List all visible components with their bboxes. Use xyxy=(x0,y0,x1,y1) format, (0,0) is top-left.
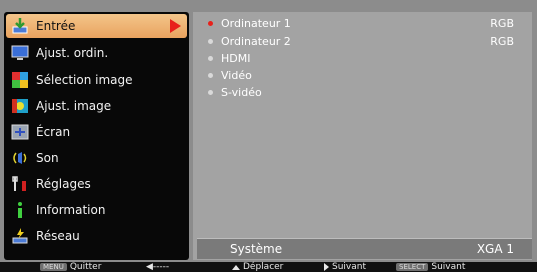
screen-icon xyxy=(10,122,30,142)
footer-quit: MENU Quitter xyxy=(40,262,101,272)
menu-item-entree[interactable]: Entrée xyxy=(6,14,187,38)
radio-dot-icon xyxy=(208,55,213,61)
footer-back-label: ◀----- xyxy=(146,262,170,272)
input-option-label: Vidéo xyxy=(221,68,252,82)
footer-back: ◀----- xyxy=(146,262,169,272)
input-option-ordinateur-1[interactable]: Ordinateur 1 xyxy=(208,15,291,31)
menu-item-label: Son xyxy=(36,151,59,165)
selected-arrow-icon xyxy=(170,19,181,33)
system-label: Système xyxy=(230,242,283,256)
main-menu: Entrée Ajust. ordin. Sélection image Aju… xyxy=(4,12,189,260)
up-down-arrow-icon xyxy=(232,264,240,270)
input-option-label: Ordinateur 2 xyxy=(221,34,291,48)
radio-dot-icon xyxy=(208,38,213,44)
footer-next-label: Suivant xyxy=(332,262,366,272)
input-option-label: S-vidéo xyxy=(221,85,262,99)
menu-item-son[interactable]: Son xyxy=(6,146,187,170)
input-panel: Ordinateur 1 RGB Ordinateur 2 RGB HDMI V… xyxy=(193,12,532,260)
network-icon xyxy=(10,226,30,246)
menu-item-label: Entrée xyxy=(36,19,76,33)
radio-dot-icon xyxy=(208,89,213,95)
input-option-value: RGB xyxy=(490,35,514,48)
computer-adjust-icon xyxy=(10,43,30,63)
input-option-value: RGB xyxy=(490,17,514,30)
settings-icon xyxy=(10,174,30,194)
menu-item-information[interactable]: Information xyxy=(6,198,187,222)
menu-item-reglages[interactable]: Réglages xyxy=(6,172,187,196)
menu-item-ajust-image[interactable]: Ajust. image xyxy=(6,94,187,118)
menu-item-label: Ajust. image xyxy=(36,99,112,113)
menu-item-label: Sélection image xyxy=(36,73,133,87)
input-icon xyxy=(10,16,30,36)
input-option-label: HDMI xyxy=(221,51,251,65)
menu-item-label: Ajust. ordin. xyxy=(36,46,109,60)
right-arrow-icon xyxy=(324,263,329,271)
footer-move-label: Déplacer xyxy=(243,262,284,272)
menu-item-label: Écran xyxy=(36,125,71,139)
footer-next: Suivant xyxy=(324,262,366,272)
menu-item-ecran[interactable]: Écran xyxy=(6,120,187,144)
menu-key-badge: MENU xyxy=(40,263,67,271)
input-option-video[interactable]: Vidéo xyxy=(208,67,252,83)
menu-item-label: Réseau xyxy=(36,229,80,243)
footer-help-bar: MENU Quitter ◀----- Déplacer Suivant SEL… xyxy=(0,262,537,272)
input-option-label: Ordinateur 1 xyxy=(221,16,291,30)
radio-dot-icon xyxy=(208,72,213,78)
menu-item-label: Information xyxy=(36,203,106,217)
select-key-badge: SELECT xyxy=(396,263,429,271)
osd-window: Entrée Ajust. ordin. Sélection image Aju… xyxy=(0,0,537,272)
footer-move: Déplacer xyxy=(232,262,283,272)
input-option-ordinateur-2[interactable]: Ordinateur 2 xyxy=(208,33,291,49)
menu-item-label: Réglages xyxy=(36,177,91,191)
footer-quit-label: Quitter xyxy=(69,262,102,272)
input-option-hdmi[interactable]: HDMI xyxy=(208,50,250,66)
input-option-s-video[interactable]: S-vidéo xyxy=(208,84,262,100)
menu-item-reseau[interactable]: Réseau xyxy=(6,224,187,248)
image-select-icon xyxy=(10,70,30,90)
footer-select: SELECT Suivant xyxy=(396,262,465,272)
system-bar: Système XGA 1 xyxy=(197,238,532,259)
image-adjust-icon xyxy=(10,96,30,116)
system-value: XGA 1 xyxy=(476,242,514,256)
radio-dot-icon xyxy=(208,20,213,26)
menu-item-selection-image[interactable]: Sélection image xyxy=(6,68,187,92)
sound-icon xyxy=(10,148,30,168)
information-icon xyxy=(10,200,30,220)
menu-item-ajust-ordin[interactable]: Ajust. ordin. xyxy=(6,41,187,65)
footer-select-label: Suivant xyxy=(431,262,466,272)
